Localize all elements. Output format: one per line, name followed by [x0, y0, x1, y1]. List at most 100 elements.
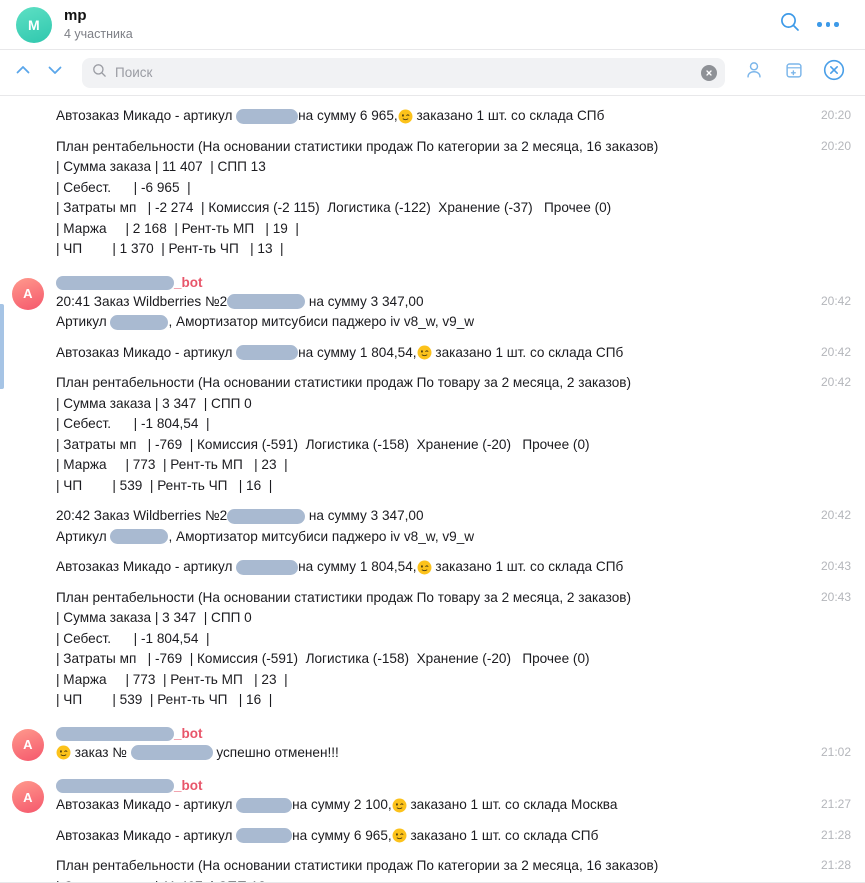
- redacted-text: [227, 294, 306, 310]
- message-text-run: Артикул: [56, 314, 111, 329]
- group-avatar[interactable]: M: [16, 6, 52, 43]
- avatar-slot: [0, 106, 56, 127]
- message-text-run: на сумму 6 965,: [298, 108, 398, 123]
- redacted-text: [110, 529, 169, 545]
- chat-title-group[interactable]: mp 4 участника: [64, 7, 133, 42]
- message-text-run: План рентабельности (На основании статис…: [56, 858, 659, 873]
- sender-name[interactable]: _bot: [56, 777, 203, 795]
- message-text: 20:41 Заказ Wildberries №2 на сумму 3 34…: [56, 292, 793, 333]
- message-row[interactable]: Автозаказ Микадо - артикул на сумму 6 96…: [56, 826, 851, 847]
- close-search-button[interactable]: [815, 54, 853, 92]
- avatar-slot: [0, 856, 56, 883]
- message-text: 20:42 Заказ Wildberries №2 на сумму 3 34…: [56, 506, 793, 547]
- message-row[interactable]: Автозаказ Микадо - артикул на сумму 2 10…: [56, 795, 851, 816]
- message-block: План рентабельности (На основании статис…: [0, 588, 865, 711]
- message-row[interactable]: 20:41 Заказ Wildberries №2 на сумму 3 34…: [56, 292, 851, 333]
- sender-avatar[interactable]: A: [12, 728, 44, 761]
- message-timestamp: 20:42: [820, 375, 851, 389]
- sender-avatar[interactable]: A: [12, 781, 44, 813]
- message-text-run: на сумму 3 347,00: [305, 508, 424, 523]
- more-horizontal-icon: [817, 22, 839, 27]
- search-prev-button[interactable]: [8, 56, 38, 90]
- message-body: 20:42 Заказ Wildberries №2 на сумму 3 34…: [56, 506, 851, 547]
- message-line: | Затраты мп | -2 274 | Комиссия (-2 115…: [56, 198, 793, 219]
- message-body: Автозаказ Микадо - артикул на сумму 6 96…: [56, 106, 851, 127]
- wink-emoji: [417, 345, 432, 360]
- message-list-area[interactable]: Автозаказ Микадо - артикул на сумму 6 96…: [0, 96, 865, 883]
- wink-emoji: [417, 560, 432, 575]
- sender-avatar[interactable]: A: [12, 277, 44, 310]
- message-line: | Маржа | 773 | Рент-ть МП | 23 |: [56, 455, 793, 476]
- message-line: | Маржа | 773 | Рент-ть МП | 23 |: [56, 670, 793, 691]
- clear-circle-icon[interactable]: [701, 64, 717, 81]
- message-block: Автозаказ Микадо - артикул на сумму 6 96…: [0, 826, 865, 847]
- message-text-run: 20:41 Заказ Wildberries №2: [56, 293, 228, 309]
- redacted-text: [56, 275, 174, 290]
- message-text: Автозаказ Микадо - артикул на сумму 1 80…: [56, 557, 793, 578]
- message-line: заказ № успешно отменен!!!: [56, 743, 793, 764]
- message-line: | Сумма заказа | 3 347 | СПП 0: [56, 394, 793, 415]
- message-line: | ЧП | 539 | Рент-ть ЧП | 16 |: [56, 690, 793, 711]
- messenger-window: M mp 4 участника Поиск Автозаказ Микадо …: [0, 0, 865, 883]
- message-body: _bot заказ № успешно отменен!!! 21:02: [56, 725, 851, 764]
- search-field[interactable]: [82, 57, 725, 88]
- message-row[interactable]: Автозаказ Микадо - артикул на сумму 1 80…: [56, 343, 851, 364]
- message-text-run: 20:42 Заказ Wildberries №2: [56, 508, 228, 523]
- message-row[interactable]: План рентабельности (На основании статис…: [56, 373, 851, 496]
- message-row[interactable]: План рентабельности (На основании статис…: [56, 856, 851, 883]
- sender-name-suffix: _bot: [174, 274, 203, 290]
- message-row[interactable]: План рентабельности (На основании статис…: [56, 137, 851, 260]
- message-text-run: Автозаказ Микадо - артикул: [56, 797, 237, 812]
- message-body: Автозаказ Микадо - артикул на сумму 6 96…: [56, 826, 851, 847]
- message-body: План рентабельности (На основании статис…: [56, 137, 851, 260]
- message-text: План рентабельности (На основании статис…: [56, 588, 793, 711]
- message-line: Автозаказ Микадо - артикул на сумму 1 80…: [56, 557, 793, 578]
- more-options-button[interactable]: [809, 6, 847, 44]
- search-button[interactable]: [771, 6, 809, 44]
- message-timestamp: 21:02: [820, 744, 851, 759]
- message-block: План рентабельности (На основании статис…: [0, 137, 865, 260]
- message-row[interactable]: Автозаказ Микадо - артикул на сумму 6 96…: [56, 106, 851, 127]
- sender-name[interactable]: _bot: [56, 725, 203, 743]
- message-text-run: План рентабельности (На основании статис…: [56, 138, 659, 154]
- message-text-run: на сумму 2 100,: [292, 797, 392, 812]
- sender-row: _bot: [56, 777, 851, 795]
- redacted-text: [236, 345, 299, 361]
- message-line: 20:42 Заказ Wildberries №2 на сумму 3 34…: [56, 506, 793, 527]
- message-timestamp: 20:43: [820, 589, 851, 604]
- message-block: 20:42 Заказ Wildberries №2 на сумму 3 34…: [0, 506, 865, 547]
- sender-name[interactable]: _bot: [56, 274, 203, 292]
- message-block: План рентабельности (На основании статис…: [0, 856, 865, 883]
- message-timestamp: 20:43: [820, 559, 851, 573]
- message-text-run: Автозаказ Микадо - артикул: [56, 108, 237, 123]
- search-next-button[interactable]: [40, 56, 70, 90]
- message-text-run: | ЧП | 539 | Рент-ть ЧП | 16 |: [56, 692, 273, 707]
- redacted-text: [236, 559, 299, 575]
- message-text: Автозаказ Микадо - артикул на сумму 2 10…: [56, 795, 793, 816]
- message-text-run: | Сумма заказа | 3 347 | СПП 0: [56, 610, 252, 625]
- message-text: Автозаказ Микадо - артикул на сумму 6 96…: [56, 106, 793, 127]
- message-line: План рентабельности (На основании статис…: [56, 137, 793, 158]
- filter-by-member-button[interactable]: [735, 54, 773, 92]
- message-body: Автозаказ Микадо - артикул на сумму 1 80…: [56, 557, 851, 578]
- search-input[interactable]: [107, 65, 701, 80]
- message-block: A _bot Автозаказ Микадо - артикул на сумму…: [0, 777, 865, 816]
- message-timestamp: 20:20: [820, 138, 851, 153]
- message-row[interactable]: План рентабельности (На основании статис…: [56, 588, 851, 711]
- message-row[interactable]: Автозаказ Микадо - артикул на сумму 1 80…: [56, 557, 851, 578]
- message-row[interactable]: 20:42 Заказ Wildberries №2 на сумму 3 34…: [56, 506, 851, 547]
- message-text-run: на сумму 3 347,00: [305, 293, 424, 309]
- message-text-run: , Амортизатор митсубиси паджеро iv v8_w,…: [168, 314, 475, 329]
- search-icon: [92, 63, 107, 83]
- filter-by-date-button[interactable]: [775, 54, 813, 92]
- avatar-slot: [0, 137, 56, 260]
- message-text-run: заказ №: [71, 744, 131, 760]
- message-row[interactable]: заказ № успешно отменен!!! 21:02: [56, 743, 851, 764]
- message-line: Автозаказ Микадо - артикул на сумму 2 10…: [56, 795, 793, 816]
- message-text: заказ № успешно отменен!!!: [56, 743, 793, 764]
